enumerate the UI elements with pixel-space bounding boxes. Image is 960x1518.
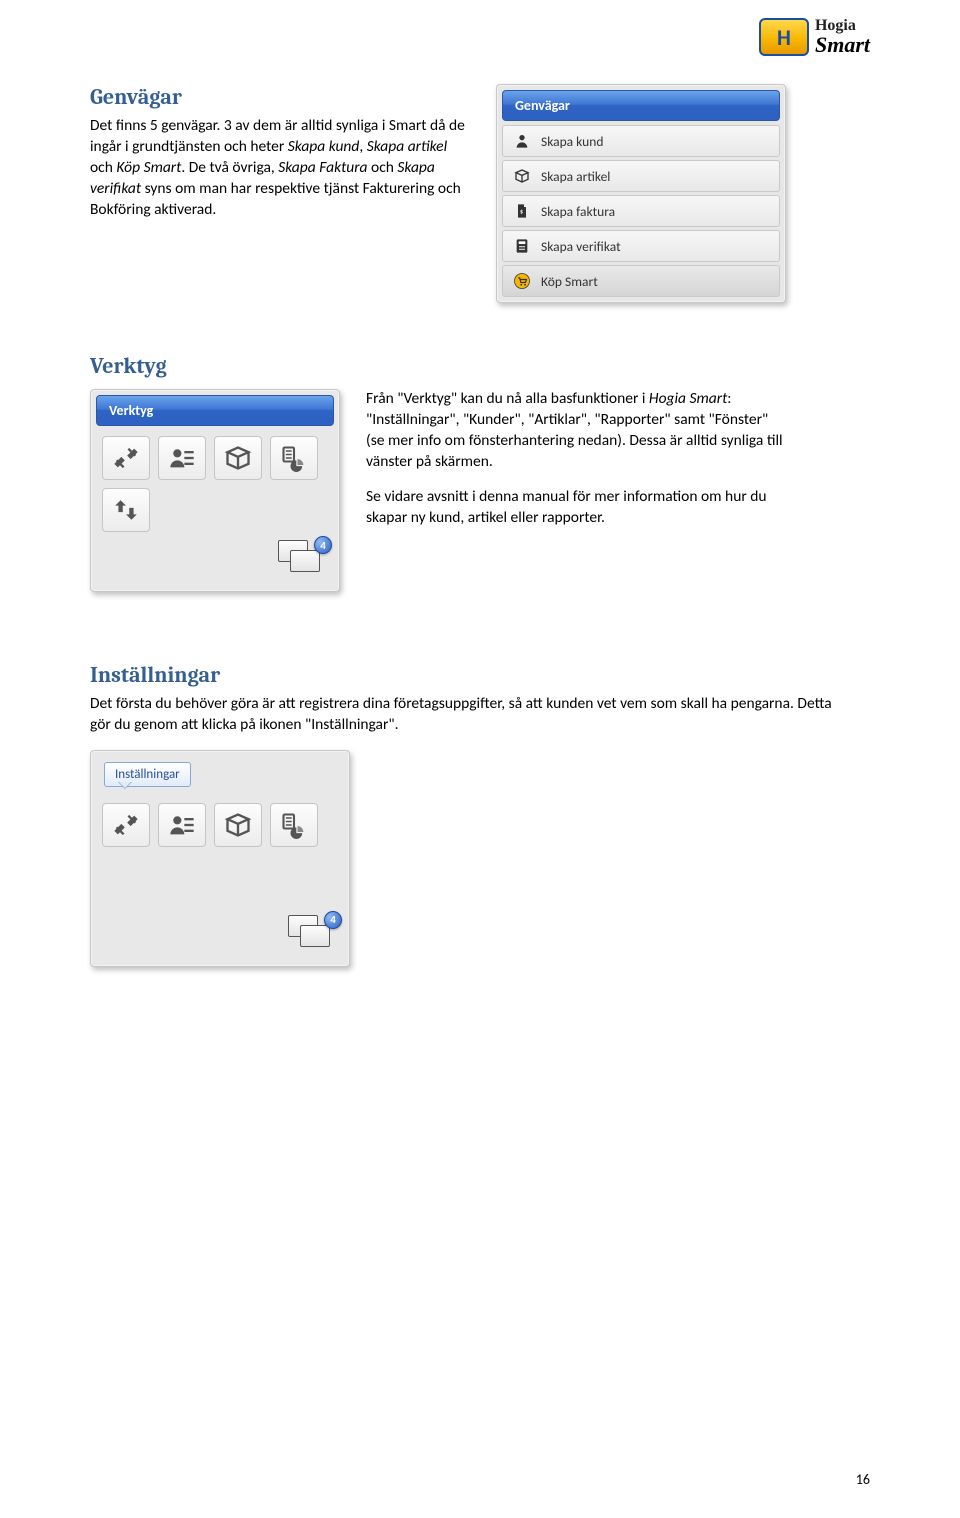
genvagar-item-skapa-kund[interactable]: Skapa kund (502, 125, 780, 157)
body-verktyg-2: Se vidare avsnitt i denna manual för mer… (366, 487, 786, 529)
logo-brand-bottom: Smart (815, 34, 870, 56)
svg-text:$: $ (520, 208, 523, 216)
genvagar-item-label: Skapa verifikat (541, 238, 621, 255)
heading-installningar: Inställningar (90, 662, 870, 688)
installningar-tooltip: Inställningar (104, 762, 191, 787)
genvagar-item-label: Skapa kund (541, 133, 603, 150)
genvagar-panel: Genvägar Skapa kund Skapa artikel $ (496, 84, 786, 303)
genvagar-item-skapa-faktura[interactable]: $ Skapa faktura (502, 195, 780, 227)
logo-badge: H (759, 18, 809, 56)
logo-letter: H (777, 24, 791, 51)
genvagar-panel-header: Genvägar (502, 90, 780, 121)
body-verktyg-1: Från "Verktyg" kan du nå alla basfunktio… (366, 389, 786, 473)
genvagar-item-label: Köp Smart (541, 273, 598, 290)
user-icon (513, 132, 531, 150)
tool-reports[interactable] (270, 803, 318, 847)
window-count-badge: 4 (314, 536, 332, 554)
genvagar-item-skapa-artikel[interactable]: Skapa artikel (502, 160, 780, 192)
cart-icon (513, 272, 531, 290)
heading-verktyg: Verktyg (90, 353, 870, 379)
page-number: 16 (856, 1471, 870, 1488)
verktyg-panel: Verktyg (90, 389, 340, 592)
body-genvagar: Det finns 5 genvägar. 3 av dem är alltid… (90, 116, 470, 221)
genvagar-item-label: Skapa faktura (541, 203, 615, 220)
window-count-badge: 4 (324, 911, 342, 929)
tool-customers[interactable] (158, 436, 206, 480)
verktyg-panel-header: Verktyg (96, 395, 334, 426)
brand-logo: H Hogia Smart (759, 18, 870, 56)
tool-settings[interactable] (102, 803, 150, 847)
tool-settings[interactable] (102, 436, 150, 480)
body-installningar: Det första du behöver göra är att regist… (90, 694, 850, 736)
window-stack-button[interactable]: 4 (278, 540, 328, 580)
tool-sync[interactable] (102, 488, 150, 532)
installningar-panel: Inställningar 4 (90, 750, 350, 967)
box-icon (513, 167, 531, 185)
calc-icon (513, 237, 531, 255)
genvagar-list: Skapa kund Skapa artikel $ Skapa faktura (502, 125, 780, 297)
tool-reports[interactable] (270, 436, 318, 480)
invoice-icon: $ (513, 202, 531, 220)
tool-customers[interactable] (158, 803, 206, 847)
heading-genvagar: Genvägar (90, 84, 470, 110)
genvagar-item-label: Skapa artikel (541, 168, 610, 185)
genvagar-item-kop-smart[interactable]: Köp Smart (502, 265, 780, 297)
window-stack-button[interactable]: 4 (288, 915, 338, 955)
genvagar-item-skapa-verifikat[interactable]: Skapa verifikat (502, 230, 780, 262)
tool-articles[interactable] (214, 803, 262, 847)
tool-articles[interactable] (214, 436, 262, 480)
